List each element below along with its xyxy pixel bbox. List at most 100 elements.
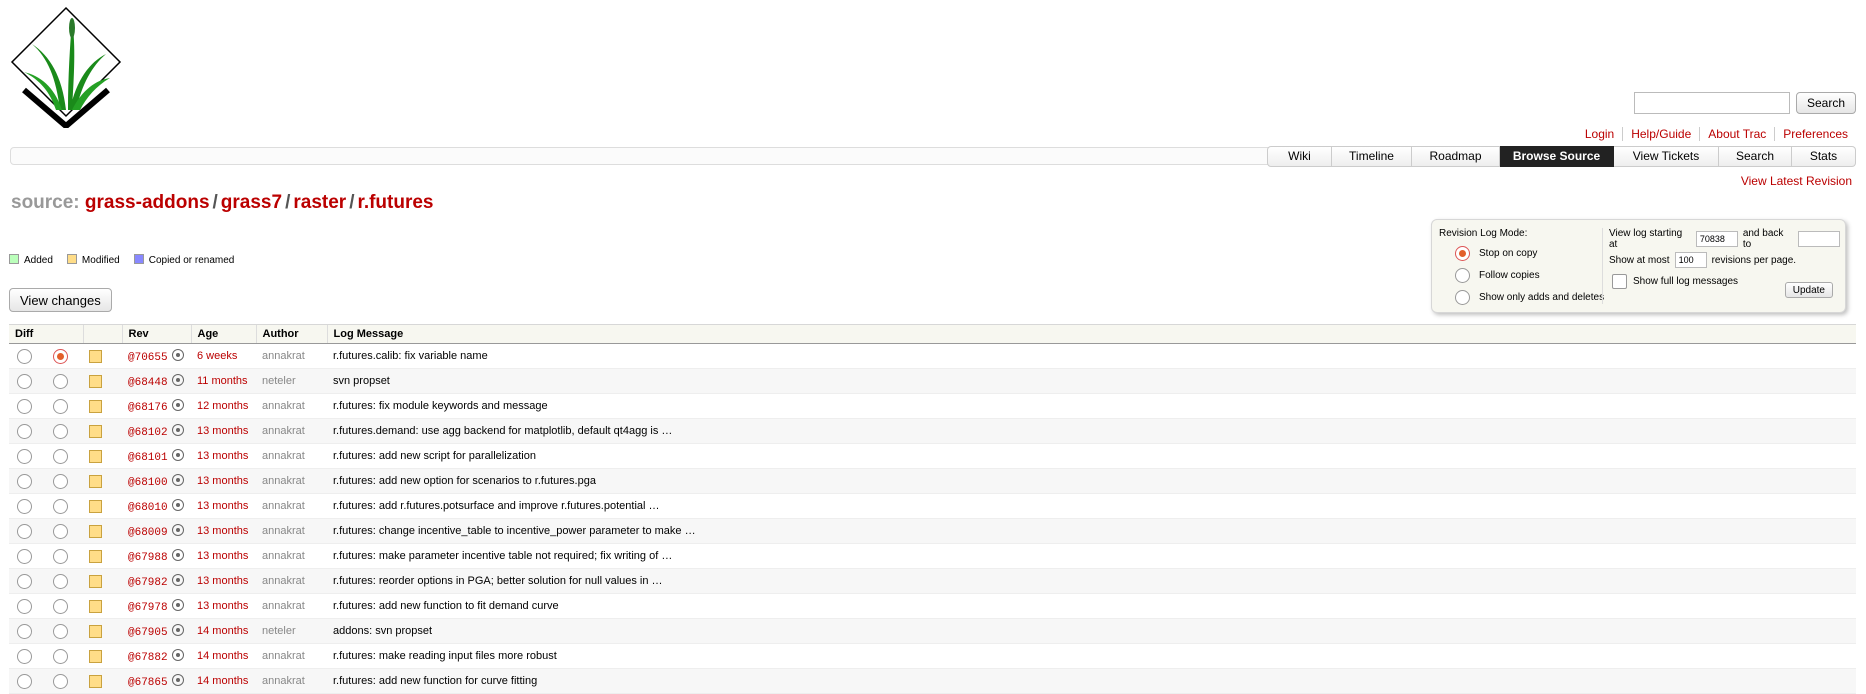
diff-old-radio[interactable] — [17, 423, 32, 439]
nav-wiki[interactable]: Wiki — [1267, 146, 1332, 167]
age-link[interactable]: 13 months — [197, 500, 248, 512]
gear-icon[interactable] — [171, 398, 184, 411]
rev-link[interactable]: @68010 — [128, 502, 168, 514]
nav-browse-source[interactable]: Browse Source — [1500, 146, 1614, 167]
diff-old-radio[interactable] — [17, 373, 32, 389]
diff-new-radio[interactable] — [53, 473, 68, 489]
path-r-futures[interactable]: r.futures — [357, 192, 433, 213]
rev-link[interactable]: @67978 — [128, 602, 168, 614]
view-latest-revision-link[interactable]: View Latest Revision — [1741, 174, 1852, 188]
age-link[interactable]: 13 months — [197, 525, 248, 537]
about-trac-link[interactable]: About Trac — [1699, 127, 1774, 141]
diff-old-radio[interactable] — [17, 348, 32, 364]
age-link[interactable]: 6 weeks — [197, 350, 237, 362]
rev-link[interactable]: @70655 — [128, 352, 168, 364]
limit-input[interactable] — [1674, 252, 1707, 268]
diff-new-radio[interactable] — [53, 523, 68, 539]
diff-new-radio[interactable] — [53, 348, 68, 364]
diff-new-radio[interactable] — [53, 648, 68, 664]
rev-link[interactable]: @67982 — [128, 577, 168, 589]
rev-link[interactable]: @68009 — [128, 527, 168, 539]
path-grass7[interactable]: grass7 — [221, 192, 282, 213]
gear-icon[interactable] — [171, 523, 184, 536]
age-link[interactable]: 13 months — [197, 600, 248, 612]
diff-old-radio[interactable] — [17, 448, 32, 464]
gear-icon[interactable] — [171, 598, 184, 611]
gear-icon[interactable] — [171, 423, 184, 436]
diff-new-radio[interactable] — [53, 423, 68, 439]
update-button[interactable]: Update — [1784, 282, 1833, 298]
gear-icon[interactable] — [171, 473, 184, 486]
gear-icon[interactable] — [171, 623, 184, 636]
nav-search[interactable]: Search — [1719, 146, 1792, 167]
diff-new-radio[interactable] — [53, 448, 68, 464]
diff-new-radio[interactable] — [53, 548, 68, 564]
rev-link[interactable]: @67905 — [128, 627, 168, 639]
mode-stop-on-copy[interactable]: Stop on copy — [1455, 245, 1604, 261]
diff-old-radio[interactable] — [17, 648, 32, 664]
rev-link[interactable]: @68448 — [128, 377, 168, 389]
diff-old-radio[interactable] — [17, 398, 32, 414]
start-revision-input[interactable] — [1695, 231, 1738, 247]
gear-icon[interactable] — [171, 373, 184, 386]
diff-new-radio[interactable] — [53, 598, 68, 614]
login-link[interactable]: Login — [1577, 127, 1622, 141]
rev-link[interactable]: @68102 — [128, 427, 168, 439]
gear-icon[interactable] — [171, 573, 184, 586]
diff-old-radio[interactable] — [17, 598, 32, 614]
diff-old-radio[interactable] — [17, 673, 32, 689]
diff-new-radio[interactable] — [53, 673, 68, 689]
gear-icon[interactable] — [171, 448, 184, 461]
diff-new-radio[interactable] — [53, 573, 68, 589]
nav-timeline[interactable]: Timeline — [1332, 146, 1412, 167]
mode-follow-copies[interactable]: Follow copies — [1455, 267, 1604, 283]
full-messages-checkbox[interactable] — [1612, 273, 1627, 289]
mode-adds-deletes[interactable]: Show only adds and deletes — [1455, 289, 1604, 305]
gear-icon[interactable] — [171, 548, 184, 561]
back-to-input[interactable] — [1798, 231, 1840, 247]
gear-icon[interactable] — [171, 648, 184, 661]
diff-old-radio[interactable] — [17, 548, 32, 564]
rev-link[interactable]: @67882 — [128, 652, 168, 664]
rev-link[interactable]: @67865 — [128, 677, 168, 689]
diff-new-radio[interactable] — [53, 373, 68, 389]
age-link[interactable]: 13 months — [197, 575, 248, 587]
path-raster[interactable]: raster — [293, 192, 346, 213]
rev-link[interactable]: @68176 — [128, 402, 168, 414]
rev-link[interactable]: @68100 — [128, 477, 168, 489]
diff-old-radio[interactable] — [17, 473, 32, 489]
radio-adds-deletes[interactable] — [1455, 289, 1470, 305]
diff-new-radio[interactable] — [53, 623, 68, 639]
radio-stop-on-copy[interactable] — [1455, 245, 1470, 261]
view-changes-button[interactable]: View changes — [9, 288, 112, 312]
rev-link[interactable]: @67988 — [128, 552, 168, 564]
age-link[interactable]: 13 months — [197, 475, 248, 487]
gear-icon[interactable] — [171, 498, 184, 511]
age-link[interactable]: 12 months — [197, 400, 248, 412]
age-link[interactable]: 14 months — [197, 675, 248, 687]
diff-old-radio[interactable] — [17, 623, 32, 639]
diff-old-radio[interactable] — [17, 523, 32, 539]
diff-new-radio[interactable] — [53, 498, 68, 514]
gear-icon[interactable] — [171, 673, 184, 686]
nav-stats[interactable]: Stats — [1792, 146, 1856, 167]
preferences-link[interactable]: Preferences — [1774, 127, 1856, 141]
age-link[interactable]: 13 months — [197, 450, 248, 462]
search-button[interactable]: Search — [1795, 92, 1856, 114]
age-link[interactable]: 14 months — [197, 625, 248, 637]
diff-new-radio[interactable] — [53, 398, 68, 414]
grass-logo[interactable] — [10, 6, 122, 130]
age-link[interactable]: 13 months — [197, 425, 248, 437]
gear-icon[interactable] — [171, 348, 184, 361]
age-link[interactable]: 14 months — [197, 650, 248, 662]
rev-link[interactable]: @68101 — [128, 452, 168, 464]
diff-old-radio[interactable] — [17, 573, 32, 589]
nav-roadmap[interactable]: Roadmap — [1412, 146, 1500, 167]
radio-follow-copies[interactable] — [1455, 267, 1470, 283]
help-guide-link[interactable]: Help/Guide — [1622, 127, 1699, 141]
nav-view-tickets[interactable]: View Tickets — [1614, 146, 1719, 167]
path-grass-addons[interactable]: grass-addons — [85, 192, 210, 213]
age-link[interactable]: 11 months — [197, 375, 248, 387]
search-input[interactable] — [1633, 92, 1790, 114]
diff-old-radio[interactable] — [17, 498, 32, 514]
